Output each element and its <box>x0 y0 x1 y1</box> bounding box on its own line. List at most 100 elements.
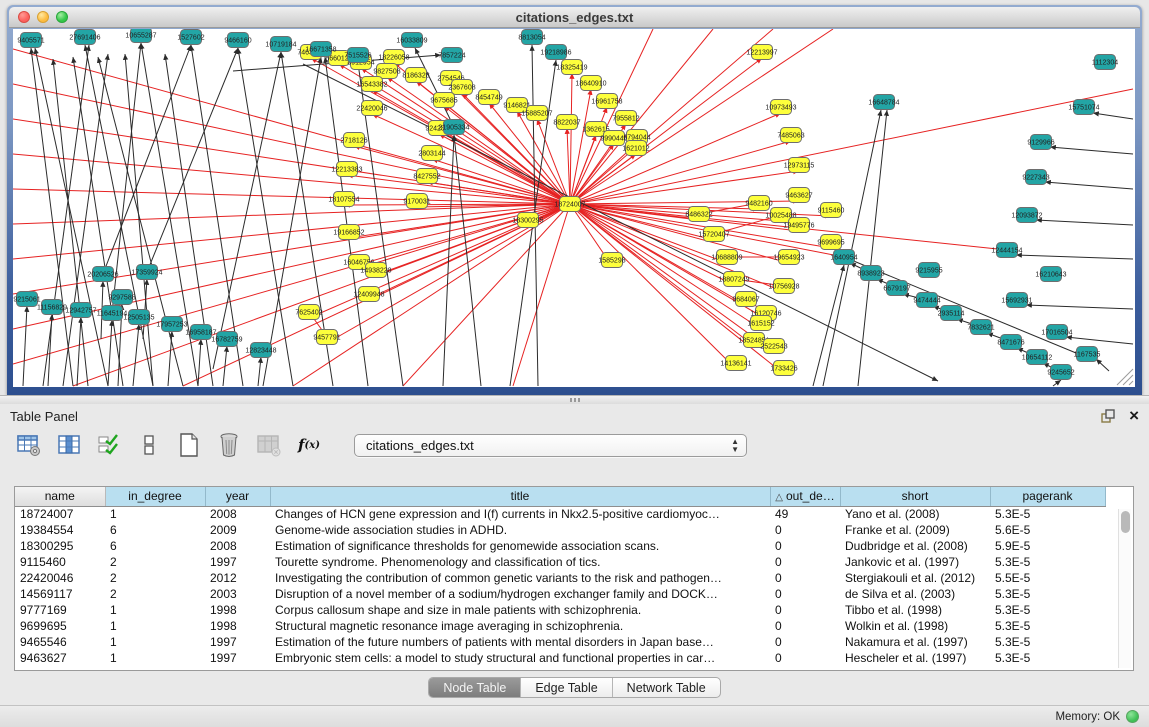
table-cell[interactable]: 0 <box>770 618 840 634</box>
table-cell[interactable]: Structural magnetic resonance image aver… <box>270 618 770 634</box>
graph-node[interactable]: 16648784 <box>868 95 899 110</box>
graph-node[interactable]: 7857224 <box>438 48 465 63</box>
column-header-year[interactable]: year <box>205 487 270 506</box>
black-edge[interactable] <box>1045 182 1133 189</box>
table-cell[interactable]: 14569117 <box>15 586 105 602</box>
graph-node[interactable]: 8486322 <box>685 207 712 222</box>
graph-node[interactable]: 10655287 <box>125 29 156 43</box>
graph-node[interactable]: 2367608 <box>448 80 475 95</box>
graph-node[interactable]: 15720407 <box>698 227 729 242</box>
black-edge[interactable] <box>1026 305 1133 309</box>
close-window-icon[interactable] <box>18 11 30 23</box>
table-cell[interactable]: 9465546 <box>15 634 105 650</box>
graph-node[interactable]: 9463627 <box>785 188 812 203</box>
red-edge[interactable] <box>570 29 773 204</box>
black-edge[interactable] <box>263 57 321 386</box>
table-cell[interactable]: 0 <box>770 522 840 538</box>
black-edge[interactable] <box>23 306 27 386</box>
graph-node[interactable]: 8471676 <box>997 335 1024 350</box>
zoom-window-icon[interactable] <box>56 11 68 23</box>
black-edge[interactable] <box>213 52 281 369</box>
graph-node[interactable]: 19654923 <box>773 250 804 265</box>
graph-node[interactable]: 2718126 <box>340 133 367 148</box>
graph-node[interactable]: 1621012 <box>622 141 649 156</box>
table-cell[interactable]: 9699695 <box>15 618 105 634</box>
table-cell[interactable]: 5.3E-5 <box>990 650 1105 666</box>
graph-node[interactable]: 9482160 <box>745 196 772 211</box>
column-visibility-icon[interactable] <box>56 432 82 458</box>
table-cell[interactable]: 49 <box>770 506 840 522</box>
graph-node[interactable]: 7485063 <box>777 128 804 143</box>
graph-node[interactable]: 12213997 <box>746 45 777 60</box>
column-header-name[interactable]: name <box>15 487 105 506</box>
canvas-resize-grip-icon[interactable] <box>1117 369 1133 385</box>
splitter-grip-icon[interactable] <box>570 398 580 402</box>
table-cell[interactable]: 6 <box>105 522 205 538</box>
table-row[interactable]: 1456911722003Disruption of a novel membe… <box>15 586 1105 602</box>
graph-node[interactable]: 8427552 <box>413 169 440 184</box>
table-cell[interactable]: 22420046 <box>15 570 105 586</box>
black-edge[interactable] <box>1036 220 1133 225</box>
table-row[interactable]: 946362711997Embryonic stem cells: a mode… <box>15 650 1105 666</box>
graph-node[interactable]: 9684067 <box>732 292 759 307</box>
select-rows-icon[interactable] <box>96 432 122 458</box>
table-cell[interactable]: 6 <box>105 538 205 554</box>
graph-node[interactable]: 12213383 <box>331 162 362 177</box>
table-cell[interactable]: Franke et al. (2009) <box>840 522 990 538</box>
red-edge[interactable] <box>570 29 833 204</box>
table-cell[interactable]: 1997 <box>205 634 270 650</box>
delete-column-icon[interactable] <box>216 432 242 458</box>
table-cell[interactable]: 0 <box>770 538 840 554</box>
table-cell[interactable]: 5.3E-5 <box>990 618 1105 634</box>
table-cell[interactable]: 9463627 <box>15 650 105 666</box>
graph-node[interactable]: 18325419 <box>556 60 587 75</box>
table-cell[interactable]: Tourette syndrome. Phenomenology and cla… <box>270 554 770 570</box>
close-panel-icon[interactable]: × <box>1129 409 1139 423</box>
network-window-titlebar[interactable]: citations_edges.txt <box>9 7 1140 28</box>
table-cell[interactable]: Tibbo et al. (1998) <box>840 602 990 618</box>
graph-node[interactable]: 9245652 <box>1047 365 1074 380</box>
black-edge[interactable] <box>48 314 52 386</box>
graph-node[interactable]: 7625402 <box>295 305 322 320</box>
table-cell[interactable]: 2008 <box>205 538 270 554</box>
graph-node[interactable]: 17957253 <box>156 317 187 332</box>
graph-node[interactable]: 8938923 <box>857 266 884 281</box>
table-cell[interactable]: 5.3E-5 <box>990 602 1105 618</box>
red-edge[interactable] <box>570 89 591 204</box>
table-cell[interactable]: 2008 <box>205 506 270 522</box>
table-cell[interactable]: Genome-wide association studies in ADHD. <box>270 522 770 538</box>
table-cell[interactable]: Investigating the contribution of common… <box>270 570 770 586</box>
table-cell[interactable]: 2003 <box>205 586 270 602</box>
graph-node[interactable]: 16961758 <box>591 94 622 109</box>
red-edge[interactable] <box>13 204 570 364</box>
table-cell[interactable]: Nakamura et al. (1997) <box>840 634 990 650</box>
stacked-cells-icon[interactable] <box>136 432 162 458</box>
graph-node[interactable]: 18226058 <box>378 50 409 65</box>
table-row[interactable]: 2242004622012Investigating the contribut… <box>15 570 1105 586</box>
table-cell[interactable]: 0 <box>770 650 840 666</box>
table-cell[interactable]: Wolkin et al. (1998) <box>840 618 990 634</box>
graph-node[interactable]: 1112304 <box>1092 55 1118 70</box>
black-edge[interactable] <box>1053 380 1061 386</box>
new-column-icon[interactable] <box>176 432 202 458</box>
graph-node[interactable]: 2935114 <box>938 306 965 321</box>
table-cell[interactable]: 2009 <box>205 522 270 538</box>
table-cell[interactable]: Jankovic et al. (1997) <box>840 554 990 570</box>
graph-node[interactable]: 10973493 <box>765 100 796 115</box>
tab-node-table[interactable]: Node Table <box>429 678 521 697</box>
table-cell[interactable]: 1998 <box>205 618 270 634</box>
tab-edge-table[interactable]: Edge Table <box>521 678 612 697</box>
table-cell[interactable]: 5.3E-5 <box>990 586 1105 602</box>
black-edge[interactable] <box>258 357 261 386</box>
graph-node[interactable]: 22420046 <box>356 101 387 116</box>
red-edge[interactable] <box>567 128 570 204</box>
graph-node[interactable]: 12823448 <box>245 343 276 358</box>
graph-node[interactable]: 9170031 <box>403 194 430 209</box>
table-cell[interactable]: Corpus callosum shape and size in male p… <box>270 602 770 618</box>
graph-node[interactable]: 6679197 <box>883 281 910 296</box>
graph-node[interactable]: 12942757 <box>65 303 96 318</box>
graph-node[interactable]: 16210643 <box>1035 267 1066 282</box>
graph-node[interactable]: 9215955 <box>915 263 942 278</box>
table-row[interactable]: 911546021997Tourette syndrome. Phenomeno… <box>15 554 1105 570</box>
graph-node[interactable]: 9297588 <box>108 290 135 305</box>
